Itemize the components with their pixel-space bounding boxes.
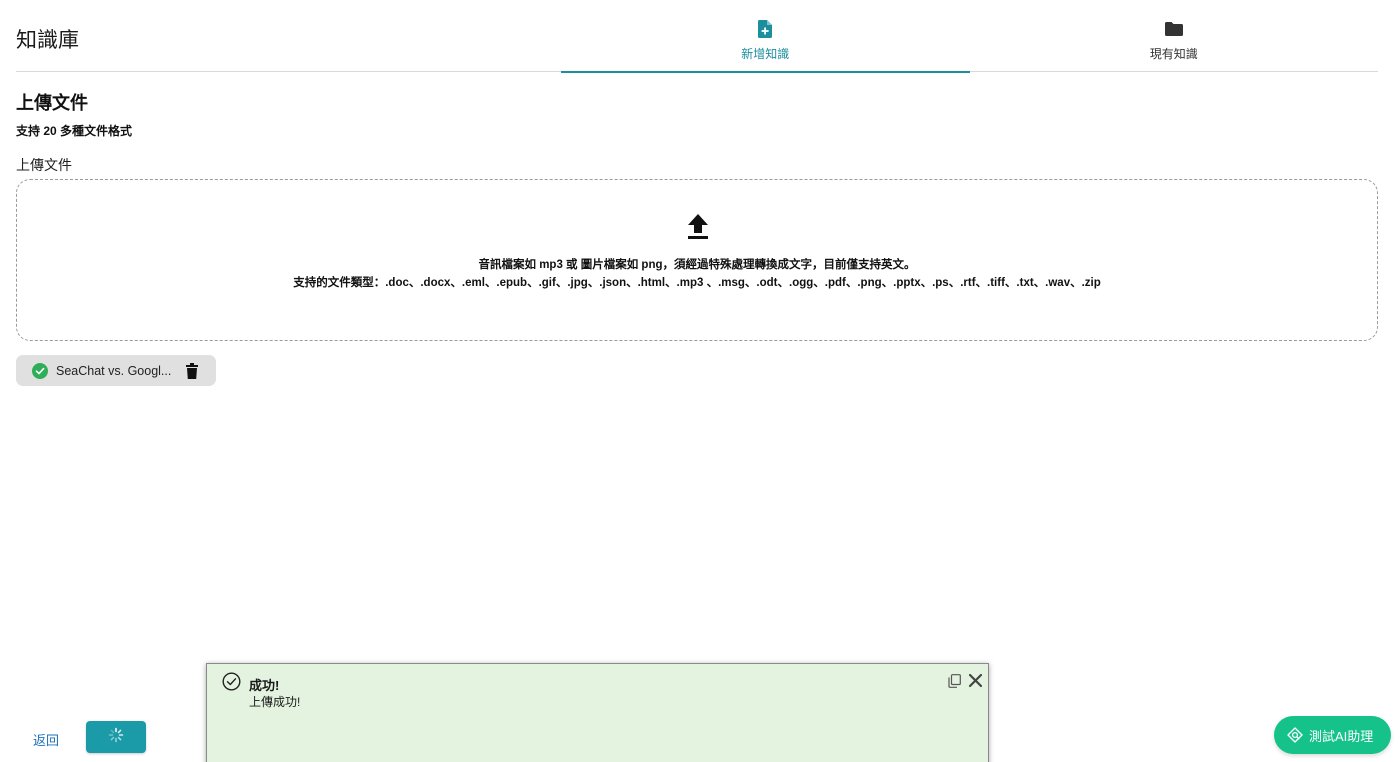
trash-icon[interactable] <box>185 362 199 379</box>
supported-formats-note: 支持 20 多種文件格式 <box>16 124 133 138</box>
file-dropzone[interactable]: 音訊檔案如 mp3 或 圖片檔案如 png，須經過特殊處理轉換成文字，目前僅支持… <box>16 179 1378 341</box>
tab-existing-knowledge[interactable]: 現有知識 <box>970 0 1379 72</box>
submit-button[interactable] <box>86 721 146 753</box>
toast-title: 成功! <box>249 678 280 693</box>
tab-label: 現有知識 <box>1149 47 1198 61</box>
page-title: 知識庫 <box>16 29 79 52</box>
upload-field-label: 上傳文件 <box>16 157 72 173</box>
tab-label: 新增知識 <box>741 47 790 61</box>
ai-assistant-icon <box>1287 727 1303 743</box>
test-ai-assistant-button[interactable]: 測試AI助理 <box>1274 716 1391 754</box>
close-icon[interactable] <box>968 673 983 688</box>
tab-add-knowledge[interactable]: 新增知識 <box>561 0 970 73</box>
loading-spinner-icon <box>108 727 124 748</box>
file-name: SeaChat vs. Googl... <box>56 363 172 378</box>
ai-button-label: 測試AI助理 <box>1309 728 1374 744</box>
toast-message: 上傳成功! <box>249 695 301 709</box>
section-title: 上傳文件 <box>16 93 88 113</box>
tab-bar: 新增知識 現有知識 <box>561 0 1379 73</box>
uploaded-file-chip: SeaChat vs. Googl... <box>16 355 216 386</box>
dropzone-audio-note: 音訊檔案如 mp3 或 圖片檔案如 png，須經過特殊處理轉換成文字，目前僅支持… <box>478 259 916 271</box>
back-button[interactable]: 返回 <box>33 730 59 749</box>
check-circle-icon <box>32 362 48 379</box>
success-toast: 成功! 上傳成功! <box>206 663 989 762</box>
knowledge-base-page: 知識庫 新增知識 現有知識 上傳文件 支持 20 多種文件格式 上傳文件 音訊檔… <box>0 0 1400 762</box>
upload-icon <box>686 213 710 241</box>
folder-icon <box>1164 19 1184 39</box>
header: 知識庫 新增知識 現有知識 <box>16 0 1379 73</box>
file-add-icon <box>755 19 775 39</box>
check-circle-outline-icon <box>222 672 241 691</box>
dropzone-file-types: 支持的文件類型：.doc、.docx、.eml、.epub、.gif、.jpg、… <box>293 277 1101 289</box>
copy-icon[interactable] <box>948 674 961 688</box>
